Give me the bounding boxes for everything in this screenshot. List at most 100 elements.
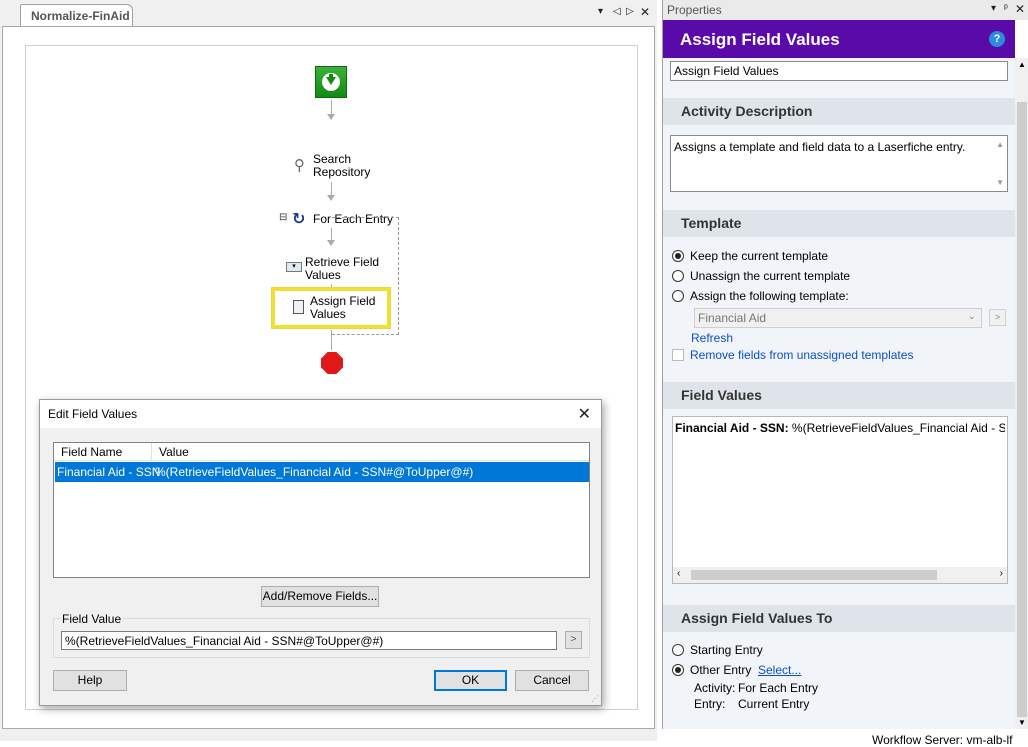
entry-value: Current Entry — [738, 697, 810, 711]
retrieve-field-values-activity[interactable]: Retrieve Field Values — [305, 256, 385, 282]
radio-button[interactable] — [672, 644, 684, 656]
activity-description-heading: Activity Description — [663, 98, 1015, 125]
field-values-list[interactable]: Financial Aid - SSN: %(RetrieveFieldValu… — [672, 416, 1008, 584]
scrollbar-thumb[interactable] — [1017, 102, 1027, 717]
connector-arrow — [327, 240, 335, 246]
field-value-entry-value: %(RetrieveFieldValues_Financial Aid - SS… — [791, 421, 1005, 435]
table-row[interactable]: Financial Aid - SSN %(RetrieveFieldValue… — [55, 462, 589, 482]
properties-pane: Properties ▾ ᵖ ✕ Assign Field Values ? A… — [662, 0, 1028, 729]
stop-icon[interactable] — [321, 352, 343, 374]
dialog-titlebar: Edit Field Values ✕ — [40, 400, 601, 428]
field-value-entry-name: Financial Aid - SSN: — [675, 421, 789, 435]
activity-type-title: Assign Field Values — [680, 30, 840, 49]
scroll-up-icon[interactable]: ▲ — [996, 140, 1004, 149]
radio-button[interactable] — [672, 290, 684, 302]
collapse-icon[interactable]: ⊟ — [279, 212, 287, 223]
radio-label: Keep the current template — [690, 249, 829, 263]
remove-fields-label: Remove fields from unassigned templates — [690, 348, 914, 362]
radio-label: Unassign the current template — [690, 269, 851, 283]
close-icon[interactable]: ✕ — [578, 404, 591, 424]
start-icon[interactable] — [315, 66, 347, 98]
template-select[interactable]: Financial Aid ⌄ — [694, 308, 982, 328]
radio-button[interactable] — [672, 270, 684, 282]
dialog-title: Edit Field Values — [48, 407, 138, 421]
tab-dropdown-icon[interactable]: ▾ — [598, 6, 603, 17]
refresh-link[interactable]: Refresh — [691, 331, 733, 345]
field-values-table[interactable]: Field Name Value Financial Aid - SSN %(R… — [53, 442, 590, 578]
cell-field-name: Financial Aid - SSN — [57, 465, 161, 479]
activity-name-input[interactable]: Assign Field Values — [670, 61, 1008, 81]
activity-description-text: Assigns a template and field data to a L… — [674, 140, 966, 154]
search-icon: ⚲ — [294, 157, 305, 174]
radio-button[interactable] — [672, 250, 684, 262]
activity-value: For Each Entry — [738, 681, 819, 695]
radio-assign-template[interactable]: Assign the following template: — [672, 289, 849, 303]
template-browse-button[interactable]: > — [989, 309, 1006, 326]
search-repository-activity[interactable]: Search Repository — [313, 153, 383, 179]
chevron-down-icon: ⌄ — [967, 311, 976, 322]
activity-description-textarea[interactable]: Assigns a template and field data to a L… — [670, 135, 1008, 192]
connector-arrow — [327, 114, 335, 120]
assign-field-values-label: Assign Field Values — [310, 294, 376, 321]
insert-token-button[interactable]: > — [565, 631, 582, 649]
field-value-label: Field Value — [60, 612, 124, 626]
properties-pane-title: Properties — [667, 3, 722, 17]
radio-button[interactable] — [672, 664, 684, 676]
status-bar-text: Workflow Server: vm-alb-lf — [872, 733, 1013, 747]
tab-close-icon[interactable]: ✕ — [640, 5, 650, 19]
scrollbar-thumb[interactable] — [691, 570, 937, 580]
retrieve-fields-icon: ▾ — [286, 262, 302, 272]
column-header-value[interactable]: Value — [159, 445, 189, 459]
radio-other-entry[interactable]: Other Entry — [672, 663, 751, 677]
add-remove-fields-button[interactable]: Add/Remove Fields... — [261, 586, 379, 607]
activity-label: Activity: — [694, 681, 736, 695]
scroll-right-icon[interactable]: › — [1000, 568, 1003, 579]
ok-button[interactable]: OK — [434, 670, 507, 691]
connector-line — [331, 330, 332, 350]
entry-label: Entry: — [694, 697, 726, 711]
cancel-button[interactable]: Cancel — [515, 670, 589, 691]
resize-grip-icon[interactable]: ⋰ — [591, 694, 599, 703]
document-tab-bar: Normalize-FinAid ▾ ◁ ▷ ✕ — [0, 0, 657, 26]
properties-vertical-scrollbar[interactable]: ▲ ▼ — [1015, 58, 1028, 729]
help-icon[interactable]: ? — [989, 31, 1005, 47]
tab-scroll-right-icon[interactable]: ▷ — [626, 6, 634, 17]
assign-field-values-activity[interactable]: Assign Field Values — [271, 287, 391, 329]
horizontal-scrollbar[interactable]: ‹ › — [673, 567, 1007, 583]
remove-fields-checkbox-row[interactable]: Remove fields from unassigned templates — [672, 348, 913, 362]
radio-keep-template[interactable]: Keep the current template — [672, 249, 828, 263]
help-button[interactable]: Help — [53, 670, 127, 691]
template-select-value: Financial Aid — [698, 311, 767, 325]
field-value-entry[interactable]: Financial Aid - SSN: %(RetrieveFieldValu… — [675, 421, 1005, 435]
radio-label: Assign the following template: — [690, 289, 849, 303]
document-tab[interactable]: Normalize-FinAid — [20, 4, 133, 26]
loop-icon: ↻ — [292, 211, 306, 228]
template-heading: Template — [663, 210, 1015, 237]
assign-fields-icon — [293, 300, 304, 314]
scroll-up-icon[interactable]: ▲ — [1018, 60, 1026, 69]
field-values-heading: Field Values — [663, 382, 1015, 409]
scroll-down-icon[interactable]: ▼ — [996, 178, 1004, 187]
edit-field-values-dialog: Edit Field Values ✕ Field Name Value Fin… — [39, 399, 602, 706]
radio-starting-entry[interactable]: Starting Entry — [672, 643, 763, 657]
field-value-input[interactable]: %(RetrieveFieldValues_Financial Aid - SS… — [61, 631, 557, 650]
radio-label: Other Entry — [690, 663, 752, 677]
radio-label: Starting Entry — [690, 643, 763, 657]
pin-icon[interactable]: ᵖ — [1004, 3, 1008, 14]
pane-close-icon[interactable]: ✕ — [1015, 2, 1025, 16]
remove-fields-checkbox[interactable] — [672, 349, 684, 361]
table-header: Field Name Value — [54, 443, 589, 461]
radio-unassign-template[interactable]: Unassign the current template — [672, 269, 850, 283]
column-divider[interactable] — [151, 443, 152, 461]
properties-titlebar: Properties ▾ ᵖ ✕ — [663, 0, 1028, 20]
connector-arrow — [327, 195, 335, 201]
cell-value: %(RetrieveFieldValues_Financial Aid - SS… — [155, 465, 474, 479]
properties-header: Assign Field Values ? — [663, 20, 1015, 58]
pane-dropdown-icon[interactable]: ▾ — [991, 3, 996, 14]
column-header-field-name[interactable]: Field Name — [61, 445, 122, 459]
select-entry-link[interactable]: Select... — [758, 663, 801, 677]
assign-to-heading: Assign Field Values To — [663, 605, 1015, 632]
scroll-down-icon[interactable]: ▼ — [1018, 718, 1026, 727]
scroll-left-icon[interactable]: ‹ — [677, 568, 680, 579]
tab-scroll-left-icon[interactable]: ◁ — [613, 6, 621, 17]
